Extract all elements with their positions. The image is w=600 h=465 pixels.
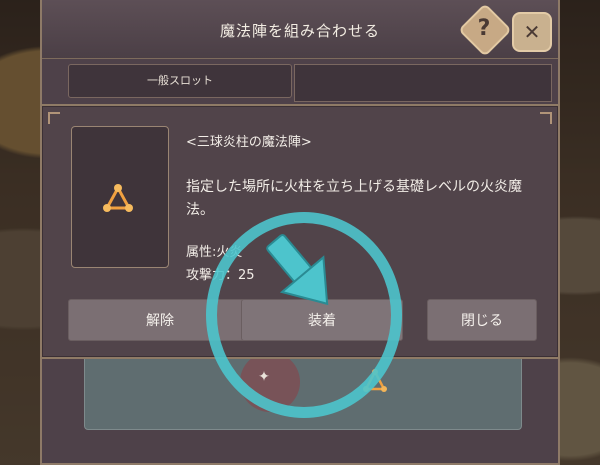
arrow-pointer-icon [266,234,329,306]
close-icon[interactable]: ✕ [512,12,552,52]
corner-ornament [48,112,60,124]
close-button[interactable]: 閉じる [427,299,537,341]
fire-triangle-icon [103,184,133,212]
corner-ornament [540,112,552,124]
tab-general-slot[interactable]: 一般スロット [68,64,292,98]
help-icon[interactable]: ? [462,11,506,47]
spell-card [71,126,169,268]
spell-name: <三球炎柱の魔法陣> [186,135,312,150]
window-header: 魔法陣を組み合わせる ? ✕ [42,0,558,59]
spell-description: 指定した場所に火柱を立ち上げる基礎レベルの火炎魔法。 [186,179,522,218]
tab-other-slot[interactable] [294,64,552,102]
